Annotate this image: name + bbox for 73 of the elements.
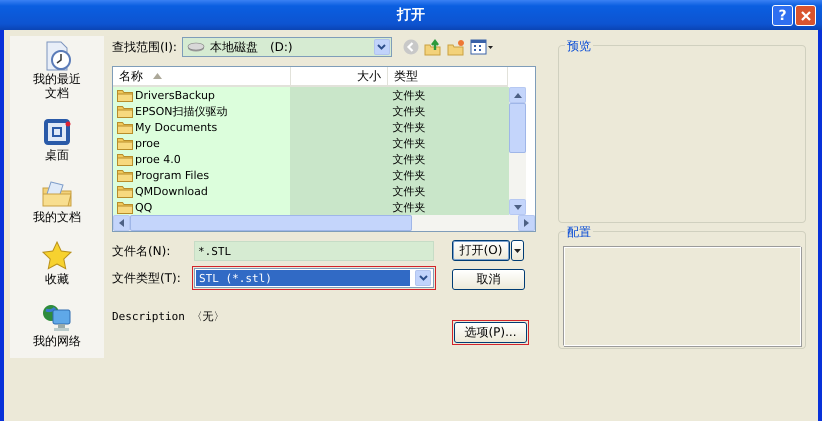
file-name: My Documents [135, 120, 218, 134]
file-type: 文件夹 [392, 136, 426, 150]
drive-icon [186, 42, 205, 52]
folder-icon [117, 88, 133, 102]
file-row[interactable]: QQ 文件夹 [113, 199, 509, 215]
folder-icon [117, 152, 133, 166]
file-type: 文件夹 [392, 88, 426, 102]
look-in-dropdown[interactable]: 本地磁盘 (D:) [182, 37, 392, 57]
file-row[interactable]: My Documents 文件夹 [113, 119, 509, 135]
folder-icon [117, 184, 133, 198]
file-name: EPSON扫描仪驱动 [135, 104, 228, 118]
open-menu-button[interactable] [511, 240, 524, 261]
desktop-icon [41, 116, 73, 148]
file-name: proe 4.0 [135, 152, 181, 166]
right-arrow-icon [524, 219, 529, 227]
close-icon [800, 10, 812, 22]
file-name-label: 文件名(N): [112, 242, 172, 260]
place-item[interactable]: 桌面 [33, 112, 81, 168]
file-row[interactable]: EPSON扫描仪驱动 文件夹 [113, 103, 509, 119]
look-in-label: 查找范围(I): [112, 38, 177, 56]
column-header[interactable]: 类型 [388, 67, 508, 87]
file-type-label: 文件类型(T): [112, 270, 182, 286]
caret-icon [514, 248, 521, 252]
open-button[interactable]: 打开(O) [452, 240, 510, 261]
back-icon[interactable] [402, 39, 419, 55]
file-row[interactable]: QMDownload 文件夹 [113, 183, 509, 199]
group-label: 配置 [565, 224, 593, 241]
file-type: 文件夹 [392, 200, 426, 214]
help-button[interactable]: ? [772, 5, 793, 26]
file-row[interactable]: Program Files 文件夹 [113, 167, 509, 183]
folder-icon [117, 104, 133, 118]
file-type: 文件夹 [392, 104, 426, 118]
file-name: QMDownload [135, 184, 208, 198]
network-computer-icon [41, 302, 73, 334]
file-row[interactable]: proe 文件夹 [113, 135, 509, 151]
file-name-field[interactable]: *.STL [194, 241, 434, 261]
file-name: Program Files [135, 168, 210, 182]
column-header[interactable]: 名称 [113, 67, 291, 87]
folder-icon [117, 136, 133, 150]
place-item[interactable]: 收藏 [33, 236, 81, 292]
star-icon [41, 240, 73, 272]
left-arrow-icon [119, 219, 124, 227]
cancel-button[interactable]: 取消 [452, 269, 525, 290]
file-name: QQ [135, 200, 152, 214]
window-title: 打开 [397, 6, 425, 24]
file-row[interactable]: DriversBackup 文件夹 [113, 87, 509, 103]
description-text: Description 〈无〉 [112, 309, 226, 324]
group-label: 预览 [565, 38, 593, 55]
sort-up-icon [153, 73, 162, 79]
close-button[interactable] [795, 5, 816, 26]
view-menu-icon[interactable] [470, 39, 494, 55]
up-arrow-icon [514, 92, 522, 98]
file-type-dropdown[interactable]: STL (*.stl) [194, 268, 434, 288]
file-name: DriversBackup [135, 88, 215, 102]
folder-icon [117, 200, 133, 214]
file-type: 文件夹 [392, 184, 426, 198]
folder-icon [117, 120, 133, 134]
file-type: 文件夹 [392, 168, 426, 182]
options-button[interactable]: 选项(P)... [454, 322, 527, 343]
place-item[interactable]: 我的最近文档 [33, 36, 81, 106]
file-name: proe [135, 136, 160, 150]
file-type: 文件夹 [392, 152, 426, 166]
up-folder-icon[interactable] [424, 38, 442, 56]
column-header[interactable]: 大小 [291, 67, 388, 87]
place-item[interactable]: 我的网络 [33, 298, 81, 354]
horizontal-scrollbar[interactable] [113, 215, 535, 231]
file-row[interactable]: proe 4.0 文件夹 [113, 151, 509, 167]
down-arrow-icon [514, 204, 522, 210]
file-type: 文件夹 [392, 120, 426, 134]
folder-icon [117, 168, 133, 182]
vertical-scrollbar[interactable] [509, 87, 526, 215]
new-folder-icon[interactable] [446, 38, 465, 56]
place-item[interactable]: 我的文档 [33, 174, 81, 230]
